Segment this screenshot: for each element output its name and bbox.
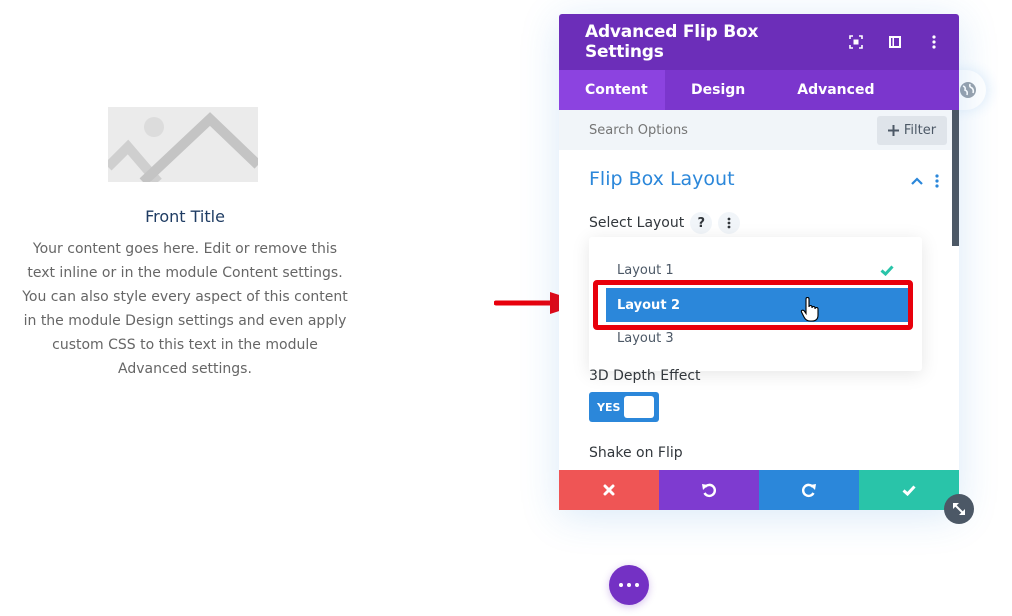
- fullscreen-icon: [848, 35, 863, 49]
- modal-header[interactable]: Advanced Flip Box Settings: [559, 14, 959, 70]
- section-title[interactable]: Flip Box Layout: [589, 168, 735, 190]
- toggle-label: YES: [597, 400, 621, 414]
- page-settings-button[interactable]: [609, 565, 649, 605]
- select-layout-label: Select Layout: [589, 215, 685, 231]
- page: Front Title Your content goes here. Edit…: [0, 0, 1012, 616]
- sidebar-layout-icon: [888, 36, 901, 48]
- front-body-text[interactable]: Your content goes here. Edit or remove t…: [20, 237, 350, 381]
- close-icon: [603, 484, 615, 496]
- chevron-up-icon[interactable]: [911, 177, 923, 185]
- tab-design[interactable]: Design: [665, 70, 771, 110]
- image-placeholder-icon: [108, 107, 258, 182]
- layout-option-label: Layout 1: [617, 262, 674, 278]
- toggle-knob: [624, 396, 654, 418]
- front-title[interactable]: Front Title: [20, 207, 350, 226]
- depth-effect-toggle[interactable]: YES: [589, 392, 659, 422]
- undo-button[interactable]: [659, 470, 759, 510]
- modal-title: Advanced Flip Box Settings: [585, 22, 759, 62]
- scrollbar[interactable]: [952, 110, 959, 246]
- dot-icon: [627, 583, 631, 587]
- undo-icon: [702, 483, 717, 498]
- dot-icon: [635, 583, 639, 587]
- modal-footer: [559, 470, 959, 510]
- check-icon: [902, 484, 916, 496]
- select-layout-label-row: Select Layout ?: [589, 212, 741, 234]
- redo-icon: [801, 483, 816, 498]
- settings-tabs: Content Design Advanced: [559, 70, 959, 110]
- help-button[interactable]: ?: [690, 212, 713, 234]
- fullscreen-button[interactable]: [836, 35, 875, 49]
- search-options-input[interactable]: [589, 122, 869, 138]
- depth-effect-label: 3D Depth Effect: [589, 368, 701, 384]
- modal-more-button[interactable]: [914, 35, 953, 49]
- settings-modal: Advanced Flip Box Settings Content Desig…: [559, 14, 959, 510]
- section-more-icon[interactable]: [935, 174, 939, 188]
- redo-button[interactable]: [759, 470, 859, 510]
- plus-icon: [887, 125, 899, 136]
- layout-option-label: Layout 3: [617, 330, 674, 346]
- check-icon: [880, 264, 894, 276]
- resize-diagonal-icon: [953, 503, 965, 515]
- globe-icon: [960, 82, 976, 98]
- dot-icon: [619, 583, 623, 587]
- filter-label: Filter: [903, 123, 937, 138]
- sidebar-layout-button[interactable]: [875, 35, 914, 49]
- shake-on-flip-label: Shake on Flip: [589, 445, 683, 461]
- filter-button[interactable]: Filter: [877, 116, 947, 145]
- option-more-button[interactable]: [718, 212, 741, 234]
- hand-cursor-icon: [800, 297, 819, 322]
- tab-content[interactable]: Content: [559, 70, 665, 110]
- search-row: Filter: [559, 110, 959, 150]
- more-vertical-icon: [727, 217, 731, 229]
- annotation-highlight-box: [593, 280, 913, 330]
- resize-handle[interactable]: [944, 494, 974, 524]
- tab-advanced[interactable]: Advanced: [771, 70, 900, 110]
- section-controls: [911, 174, 939, 188]
- cancel-button[interactable]: [559, 470, 659, 510]
- more-vertical-icon: [931, 35, 936, 49]
